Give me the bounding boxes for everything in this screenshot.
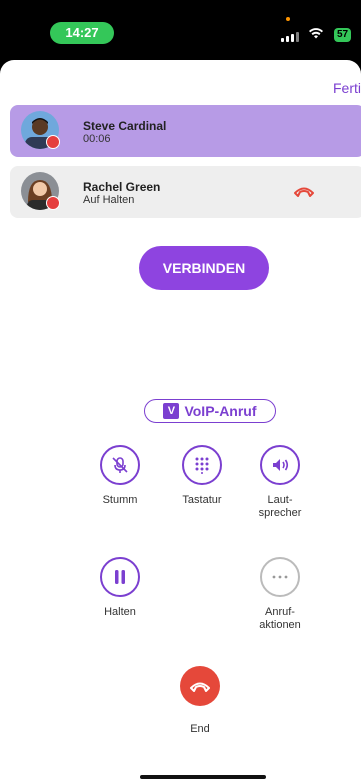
merge-calls-button[interactable]: VERBINDEN xyxy=(139,246,269,290)
wifi-icon xyxy=(309,28,323,39)
hold-label: Halten xyxy=(104,606,136,618)
speaker-icon xyxy=(273,459,289,471)
mute-button[interactable] xyxy=(100,445,140,485)
speaker-button[interactable] xyxy=(260,445,300,485)
keypad-button[interactable] xyxy=(182,445,222,485)
hold-button[interactable] xyxy=(100,557,140,597)
speaker-control[interactable]: Laut- sprecher xyxy=(240,445,320,520)
keypad-control[interactable]: Tastatur xyxy=(162,445,242,507)
done-button[interactable]: Ferti xyxy=(333,80,361,96)
signal-icon xyxy=(281,32,299,42)
mute-label: Stumm xyxy=(102,494,138,506)
pause-icon xyxy=(115,570,125,584)
recording-dot-icon xyxy=(46,135,60,149)
call-actions-control[interactable]: Anruf- aktionen xyxy=(240,557,320,632)
end-call-label: End xyxy=(190,723,210,735)
keypad-label: Tastatur xyxy=(182,494,222,506)
caller-name: Rachel Green xyxy=(83,180,161,194)
hold-control[interactable]: Halten xyxy=(80,557,160,619)
voip-label: VoIP-Anruf xyxy=(184,403,257,419)
status-bar: 14:27 57 xyxy=(0,0,361,60)
more-icon xyxy=(272,575,288,579)
recording-dot-icon xyxy=(46,196,60,210)
end-call-button[interactable] xyxy=(180,666,220,706)
battery-icon: 57 xyxy=(334,28,352,42)
voip-logo-icon: V xyxy=(163,403,180,419)
speaker-label: Laut- sprecher xyxy=(258,494,302,519)
mute-control[interactable]: Stumm xyxy=(80,445,160,507)
call-actions-button[interactable] xyxy=(260,557,300,597)
call-duration: 00:06 xyxy=(83,133,111,145)
camera-indicator-icon xyxy=(286,17,290,21)
call-row-active[interactable]: Steve Cardinal 00:06 xyxy=(10,105,361,157)
voip-badge: V VoIP-Anruf xyxy=(144,399,276,423)
hangup-icon[interactable] xyxy=(293,184,315,198)
keypad-icon xyxy=(195,457,209,474)
status-time: 14:27 xyxy=(50,22,114,44)
caller-name: Steve Cardinal xyxy=(83,119,167,133)
mic-off-icon xyxy=(112,457,128,473)
call-sheet: Ferti Steve Cardinal 00:06 Rachel Green xyxy=(0,60,361,781)
home-indicator[interactable] xyxy=(140,775,266,779)
call-row-held[interactable]: Rachel Green Auf Halten xyxy=(10,166,361,218)
call-hold-status: Auf Halten xyxy=(83,194,135,206)
hangup-icon xyxy=(190,682,210,692)
call-actions-label: Anruf- aktionen xyxy=(259,606,301,631)
